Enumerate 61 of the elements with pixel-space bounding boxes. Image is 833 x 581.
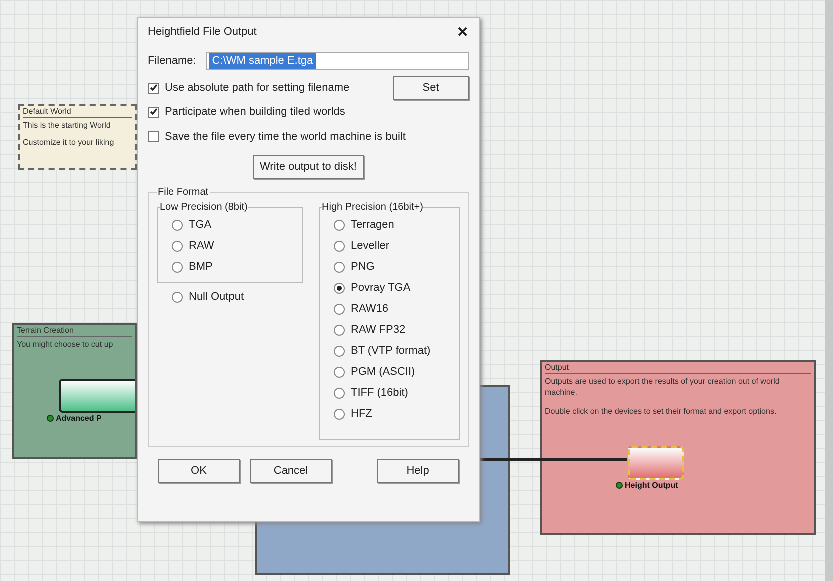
- filename-field[interactable]: C:\WM sample E.tga: [206, 52, 469, 70]
- device-label: Advanced P: [56, 413, 102, 424]
- ok-button[interactable]: OK: [158, 459, 240, 483]
- radio-button[interactable]: [172, 292, 183, 303]
- cancel-button[interactable]: Cancel: [250, 459, 332, 483]
- check-icon: [150, 84, 158, 92]
- checkbox[interactable]: [148, 106, 159, 118]
- radio-button[interactable]: [172, 262, 183, 273]
- write-output-button[interactable]: Write output to disk!: [252, 155, 364, 179]
- device-label: Height Output: [625, 480, 678, 491]
- group-title: File Format: [157, 186, 210, 200]
- radio-button[interactable]: [334, 262, 345, 273]
- group-title: Output: [545, 362, 811, 374]
- radio-label: Null Output: [189, 290, 244, 306]
- group-title: High Precision (16bit+): [322, 201, 424, 215]
- check-icon: [150, 108, 158, 116]
- radio-button[interactable]: [334, 388, 345, 399]
- group-description: Double click on the devices to set their format and export options.: [545, 406, 778, 417]
- device-node[interactable]: [59, 379, 135, 413]
- radio-button[interactable]: [334, 220, 345, 231]
- checkbox-label: Use absolute path for setting filename: [165, 80, 350, 96]
- radio-button[interactable]: [334, 367, 345, 378]
- port-icon[interactable]: [616, 482, 623, 489]
- checkbox-label: Save the file every time the world machine is built: [165, 130, 406, 144]
- port-icon[interactable]: [47, 415, 54, 422]
- radio-button[interactable]: [172, 220, 183, 231]
- radio-label: PGM (ASCII): [351, 365, 416, 380]
- radio-label: TGA: [189, 218, 212, 234]
- field-label: Filename:: [148, 54, 196, 69]
- radio-button[interactable]: [334, 346, 345, 357]
- radio-label: Terragen: [351, 218, 394, 234]
- radio-label: HFZ: [351, 407, 372, 422]
- group-description: This is the starting World: [23, 120, 112, 131]
- group-title: Default World: [23, 106, 132, 118]
- radio-label: Leveller: [351, 239, 390, 254]
- checkbox[interactable]: [148, 82, 159, 94]
- window-title: Heightfield File Output: [148, 24, 257, 40]
- radio-label: RAW FP32: [351, 323, 406, 338]
- radio-button[interactable]: [334, 325, 345, 336]
- radio-label: RAW: [189, 239, 214, 254]
- radio-label: TIFF (16bit): [351, 386, 408, 402]
- radio-label: BT (VTP format): [351, 344, 431, 360]
- radio-button[interactable]: [334, 409, 345, 420]
- radio-button[interactable]: [334, 304, 345, 315]
- radio-label: Povray TGA: [351, 281, 411, 296]
- group-title: Low Precision (8bit): [160, 201, 248, 215]
- checkbox[interactable]: [148, 131, 159, 142]
- set-button[interactable]: Set: [393, 76, 469, 100]
- help-button[interactable]: Help: [377, 459, 459, 483]
- radio-button[interactable]: [172, 241, 183, 252]
- close-button[interactable]: ✕: [457, 22, 469, 42]
- radio-label: PNG: [351, 260, 375, 276]
- group-description: Outputs are used to export the results of your creation out of world machine.: [545, 376, 781, 398]
- group-description: You might choose to cut up: [17, 339, 114, 350]
- radio-label: BMP: [189, 260, 213, 276]
- checkbox-label: Participate when building tiled worlds: [165, 105, 346, 120]
- group-title: Terrain Creation: [17, 325, 132, 337]
- radio-button[interactable]: [334, 283, 345, 294]
- group-description: Customize it to your liking: [23, 137, 116, 148]
- radio-button[interactable]: [334, 241, 345, 252]
- radio-label: RAW16: [351, 302, 388, 318]
